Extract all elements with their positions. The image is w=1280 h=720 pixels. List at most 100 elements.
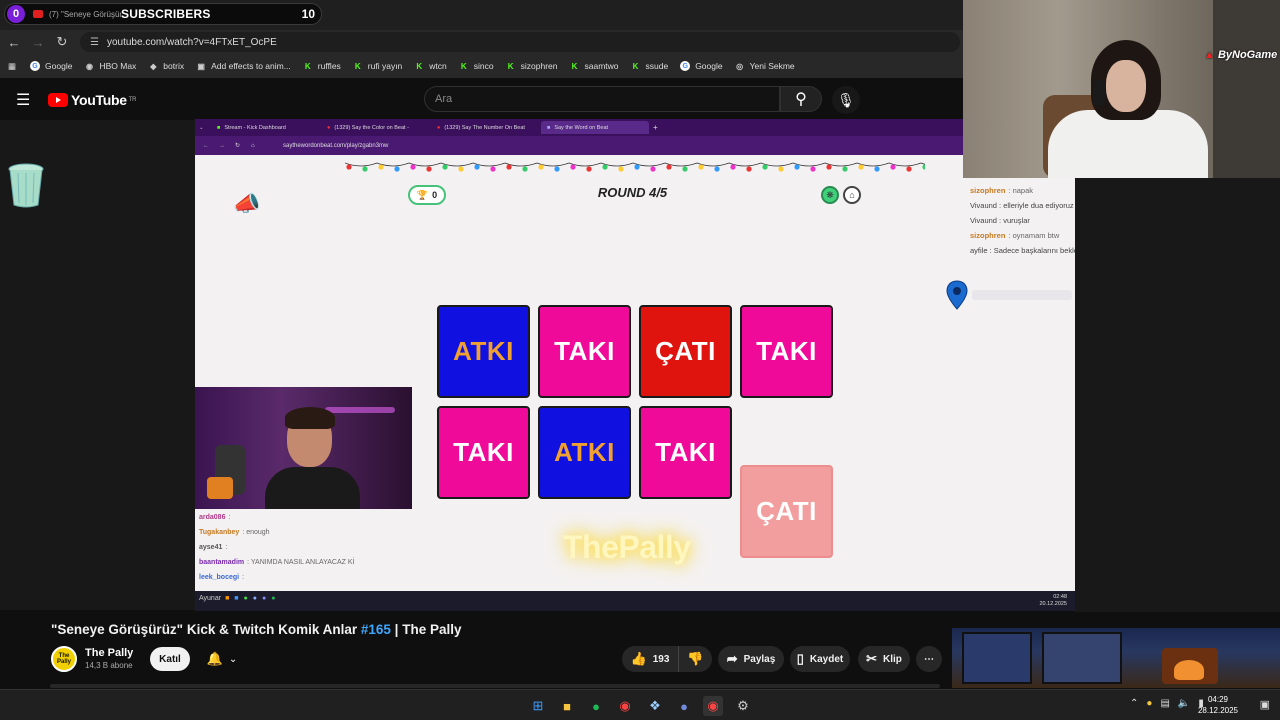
youtube-logo[interactable]: YouTube TR	[48, 92, 136, 108]
home-icon[interactable]: ⌂	[843, 186, 861, 204]
game-home-icon[interactable]: ⌂	[251, 143, 255, 149]
chrome-active-icon[interactable]: ◉	[703, 696, 723, 716]
app-icon[interactable]: ❖	[645, 696, 665, 716]
megaphone-icon[interactable]: 📣	[233, 191, 260, 217]
reload-icon[interactable]: ↻	[54, 34, 70, 50]
game-tab-word[interactable]: ■ Say the Word on Beat	[541, 121, 649, 134]
tile-word: ATKI	[554, 437, 615, 467]
tab-menu-icon[interactable]: ⌄	[199, 125, 209, 131]
bookmark-item[interactable]: Ksizophren	[506, 61, 558, 71]
bookmark-item[interactable]: G Google	[680, 61, 723, 71]
game-reload-icon[interactable]: ↻	[235, 142, 240, 149]
share-icon: ➦	[726, 651, 738, 666]
browser-tab-title[interactable]: (7) "Seneye Görüşürüz"	[49, 10, 121, 19]
subscribers-label: SUBSCRIBERS	[121, 7, 211, 21]
chat-username: sizophren	[970, 186, 1006, 195]
chat-username: arda086	[199, 514, 226, 521]
chevron-up-icon[interactable]: ⌃	[1130, 698, 1138, 709]
clip-button[interactable]: ✂ Klip	[858, 646, 910, 672]
like-count: 193	[652, 653, 670, 665]
video-hashtag[interactable]: #165	[361, 622, 391, 637]
join-button[interactable]: Katıl	[150, 647, 190, 671]
recycle-bin-icon	[8, 163, 44, 208]
settings-icon[interactable]: ⚙	[733, 696, 753, 716]
site-info-icon[interactable]: ☰	[90, 37, 99, 48]
game-tab-number[interactable]: ● (1329) Say The Number On Beat	[431, 121, 539, 134]
share-button[interactable]: ➦ Paylaş	[718, 646, 784, 672]
more-actions-button[interactable]: ⋯	[916, 646, 942, 672]
microphone-icon: 🎙	[837, 91, 855, 108]
apps-icon[interactable]: ▦	[8, 61, 16, 72]
kick-icon: K	[460, 61, 467, 71]
microphone-icon[interactable]: ●	[1146, 698, 1152, 709]
chat-username: Tugakanbey	[199, 529, 240, 536]
light-bulb	[746, 166, 752, 172]
page-scrollbar[interactable]	[50, 684, 940, 688]
bookmark-item[interactable]: Kwtcn	[414, 61, 446, 71]
chat-username: leek_bocegi	[199, 574, 240, 581]
notification-bell-button[interactable]: 🔔 ⌄	[198, 647, 246, 671]
word-tile: TAKI	[639, 406, 732, 499]
windows-start-icon[interactable]: ⊞	[528, 696, 548, 716]
bookmark-item[interactable]: ◉ HBO Max	[84, 61, 136, 71]
network-icon[interactable]: ▤	[1160, 698, 1169, 709]
chat-overlay-left: arda086: Tugakanbey: enough ayse41: baantam…	[195, 510, 412, 592]
string-lights-decoration	[345, 162, 925, 172]
bookmark-item[interactable]: Krufi yayın	[353, 61, 402, 71]
file-explorer-icon[interactable]: ■	[557, 696, 577, 716]
channel-avatar[interactable]: The Pally	[51, 646, 77, 672]
game-address-bar[interactable]: ← → ↻ ⌂ saythewordonbeat.com/play/zgabn3…	[195, 136, 963, 155]
bookmark-item[interactable]: ▣ Add effects to anim...	[196, 61, 291, 71]
light-bulb	[826, 164, 832, 170]
menu-icon[interactable]: ☰	[16, 90, 30, 110]
game-forward-icon[interactable]: →	[219, 143, 225, 149]
chat-text: :	[225, 544, 228, 551]
light-bulb	[794, 164, 800, 170]
bookmark-item[interactable]: Ksinco	[459, 61, 494, 71]
address-bar[interactable]: ☰ youtube.com/watch?v=4FTxET_OcPE	[80, 32, 960, 52]
game-back-icon[interactable]: ←	[203, 143, 209, 149]
spotify-icon[interactable]: ●	[586, 696, 606, 716]
bookmark-label: Google	[695, 61, 723, 71]
save-button[interactable]: ▯ Kaydet	[790, 646, 850, 672]
blurred-overlay	[972, 290, 1072, 300]
clip-label: Klip	[883, 653, 902, 665]
forward-icon[interactable]: →	[30, 34, 46, 50]
search-button[interactable]: ⚲	[780, 86, 822, 112]
bookmark-item[interactable]: G Google	[30, 61, 72, 71]
notifications-icon[interactable]: ▣	[1260, 698, 1270, 711]
light-bulb	[442, 164, 448, 170]
kick-icon: K	[571, 61, 578, 71]
discord-icon[interactable]: ●	[674, 696, 694, 716]
bookmark-item[interactable]: ◎ Yeni Sekme	[735, 61, 795, 71]
voice-search-button[interactable]: 🎙	[832, 86, 860, 114]
channel-name[interactable]: The Pally	[85, 647, 133, 659]
bookmark-item[interactable]: Ksaamtwo	[569, 61, 619, 71]
game-tab-kick[interactable]: ■ Stream - Kick Dashboard	[211, 121, 319, 134]
back-icon[interactable]: ←	[6, 34, 22, 50]
settings-icon[interactable]: ❋	[821, 186, 839, 204]
light-bulb	[506, 164, 512, 170]
subscriber-count: 14,3 B abone	[85, 661, 133, 670]
chrome-icon[interactable]: ◉	[615, 696, 635, 716]
bookmark-item[interactable]: ◆ botrix	[148, 61, 184, 71]
search-input[interactable]: Ara	[424, 86, 780, 112]
bookmark-label: Add effects to anim...	[211, 61, 291, 71]
hbo-icon: ◉	[85, 61, 93, 71]
light-bulb	[666, 164, 672, 170]
subscribers-count: 10	[301, 7, 315, 21]
clock-time: 04:29	[1207, 695, 1228, 704]
new-tab-icon[interactable]: +	[653, 123, 658, 132]
bookmark-item[interactable]: Kruffles	[303, 61, 341, 71]
volume-icon[interactable]: 🔈	[1178, 698, 1190, 709]
tile-word: ÇATI	[756, 496, 817, 526]
save-label: Kaydet	[809, 653, 844, 665]
related-video-thumbnail[interactable]	[952, 628, 1280, 688]
dislike-button[interactable]: 👎	[678, 646, 712, 672]
system-clock[interactable]: 04:29 28.12.2025	[1198, 694, 1238, 716]
chat-message: Tugakanbey: enough	[195, 525, 412, 540]
like-button[interactable]: 👍 193	[622, 646, 678, 672]
bookmark-item[interactable]: Kssude	[631, 61, 669, 71]
search-icon: ⚲	[795, 91, 807, 108]
game-tab-color[interactable]: ● (1329) Say the Color on Beat -	[321, 121, 429, 134]
